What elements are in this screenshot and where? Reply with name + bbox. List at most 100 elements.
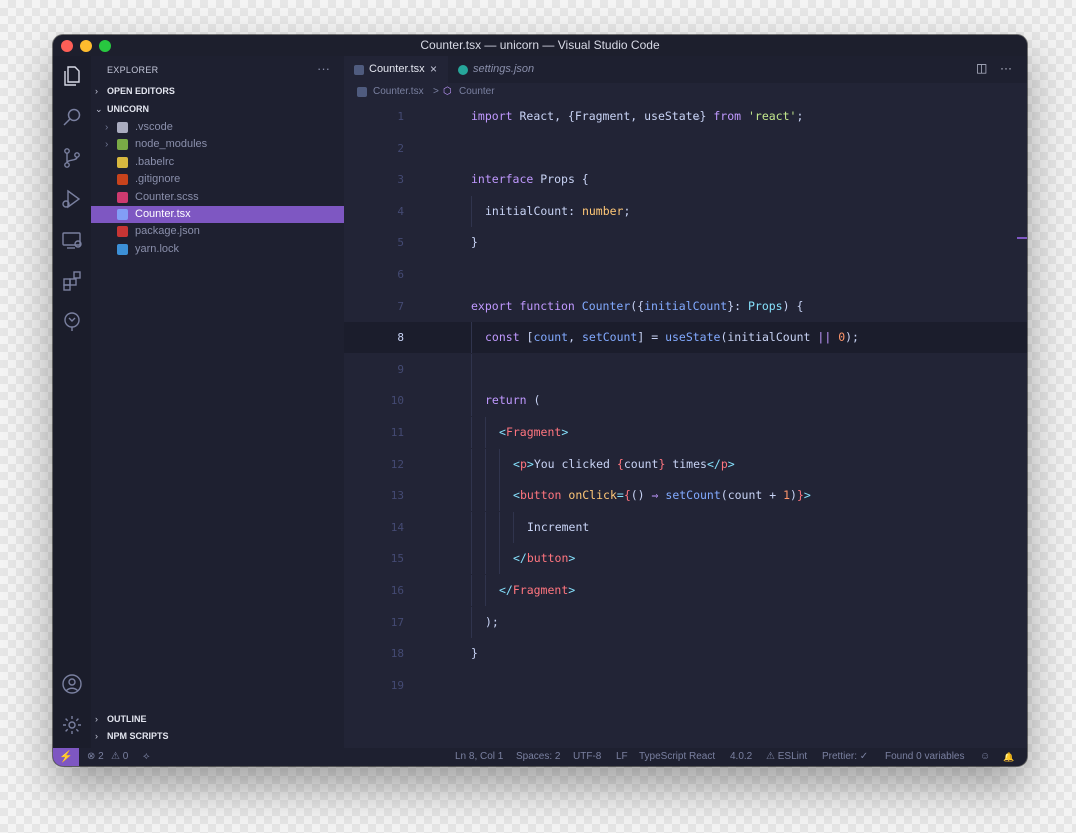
line-number: 19 xyxy=(390,678,404,692)
line-number: 18 xyxy=(390,647,404,661)
minimize-window-button[interactable] xyxy=(80,40,92,52)
line-number: 6 xyxy=(397,268,404,281)
code-token: (initialCount xyxy=(720,330,818,345)
breadcrumb-file[interactable]: Counter.tsx xyxy=(373,83,424,101)
code-line[interactable]: 18} xyxy=(344,638,1027,669)
code-line[interactable]: 17); xyxy=(344,606,1027,638)
settings-gear-icon[interactable] xyxy=(60,713,84,737)
tsx-icon xyxy=(117,209,128,220)
code-line[interactable]: 14 Increment xyxy=(344,511,1027,543)
code-line[interactable]: 5} xyxy=(344,227,1027,258)
errors-count[interactable]: ⊗ 2 xyxy=(87,748,104,766)
file-tree-item[interactable]: .babelrc xyxy=(91,154,344,171)
indentation[interactable]: Spaces: 2 xyxy=(516,748,560,766)
prettier-status[interactable]: Prettier: ✓ xyxy=(822,748,868,766)
extensions-icon[interactable] xyxy=(60,269,84,293)
code-token: React, {Fragment, useState} xyxy=(519,109,714,123)
breadcrumb-symbol[interactable]: Counter xyxy=(459,83,495,101)
file-tree-item[interactable]: › node_modules xyxy=(91,136,344,153)
code-text: </Fragment> xyxy=(499,575,575,606)
code-line[interactable]: 13 <button onClick={() ⇒ setCount(count +… xyxy=(344,480,1027,512)
file-tree-item[interactable]: Counter.scss xyxy=(91,189,344,206)
scrollbar-marker[interactable] xyxy=(1017,237,1027,239)
end-of-line[interactable]: LF xyxy=(616,748,628,766)
npm-icon xyxy=(117,226,128,238)
tab-settings-json[interactable]: settings.json xyxy=(448,56,563,83)
code-line[interactable]: 4 initialCount: number; xyxy=(344,195,1027,227)
eslint-status[interactable]: ⚠ ESLint xyxy=(766,748,807,766)
explorer-more-actions-button[interactable]: ··· xyxy=(317,61,330,76)
line-number: 7 xyxy=(397,299,404,313)
code-token: }: xyxy=(727,298,748,313)
feedback-icon[interactable]: ☺ xyxy=(980,748,990,766)
open-editors-section[interactable]: › OPEN EDITORS xyxy=(95,86,175,96)
code-token: number xyxy=(581,203,624,218)
code-line[interactable]: 3 interface Props { xyxy=(344,164,1027,195)
line-number: 15 xyxy=(390,552,404,566)
indent-guide xyxy=(499,480,500,512)
close-tab-icon[interactable]: × xyxy=(430,56,437,83)
vscode-window: Counter.tsx — unicorn — Visual Studio Co… xyxy=(53,35,1027,766)
run-debug-icon[interactable] xyxy=(60,187,84,211)
file-tree-item[interactable]: package.json xyxy=(91,223,344,240)
line-number: 17 xyxy=(390,615,404,629)
cursor-position[interactable]: Ln 8, Col 1 xyxy=(455,748,503,766)
notifications-bell-icon[interactable]: 🔔 xyxy=(1003,748,1014,766)
code-editor[interactable]: … 1 import React, {Fragment, useState} fr… xyxy=(344,101,1027,748)
live-share-icon[interactable]: ⟡ xyxy=(143,748,150,766)
code-token: > xyxy=(568,583,576,597)
code-line[interactable]: 11 <Fragment> xyxy=(344,417,1027,448)
remote-explorer-icon[interactable] xyxy=(60,228,84,252)
npm-scripts-section[interactable]: › NPM SCRIPTS xyxy=(95,731,169,741)
code-line[interactable]: 1 import React, {Fragment, useState} from… xyxy=(344,101,1027,132)
code-token: ) { xyxy=(782,298,804,313)
code-text: interface Props { xyxy=(471,164,589,195)
code-token: { xyxy=(623,488,631,503)
typescript-version[interactable]: 4.0.2 xyxy=(730,748,752,766)
code-line[interactable]: 19 xyxy=(344,670,1027,701)
line-number: 14 xyxy=(390,520,404,534)
source-control-icon[interactable] xyxy=(60,146,84,170)
file-tree-item[interactable]: .gitignore xyxy=(91,171,344,188)
file-tree-item-label: yarn.lock xyxy=(135,242,180,255)
code-line[interactable]: 8 const [count, setCount] = useState(init… xyxy=(344,322,1027,354)
folder-unicorn-section[interactable]: ⌄ UNICORN xyxy=(95,104,149,115)
indent-guide xyxy=(513,511,514,543)
search-icon[interactable] xyxy=(60,105,84,129)
code-token: p xyxy=(519,456,527,471)
code-line[interactable]: 6 xyxy=(344,259,1027,290)
tab-counter-tsx[interactable]: Counter.tsx × xyxy=(344,56,448,83)
code-token: } xyxy=(471,646,478,661)
file-tree-item[interactable]: › .vscode xyxy=(91,119,344,136)
code-line[interactable]: 12 <p>You clicked {count} times</p> xyxy=(344,448,1027,480)
variables-status[interactable]: Found 0 variables xyxy=(885,748,965,766)
code-line[interactable]: 10 return ( xyxy=(344,385,1027,417)
code-token: < xyxy=(513,456,520,471)
code-token: ); xyxy=(485,614,499,629)
outline-section[interactable]: › OUTLINE xyxy=(95,714,147,724)
language-mode[interactable]: TypeScript React xyxy=(639,748,715,766)
maximize-window-button[interactable] xyxy=(99,40,111,52)
remote-indicator[interactable]: ⚡ xyxy=(53,748,79,766)
encoding[interactable]: UTF-8 xyxy=(573,748,601,766)
warnings-count[interactable]: ⚠ 0 xyxy=(111,748,128,766)
code-line[interactable]: 2 xyxy=(344,133,1027,164)
code-token: from xyxy=(713,109,748,123)
code-line[interactable]: 16 </Fragment> xyxy=(344,575,1027,606)
gitlens-icon[interactable] xyxy=(60,310,84,334)
code-line[interactable]: 7 export function Counter({initialCount}:… xyxy=(344,291,1027,322)
files-icon[interactable] xyxy=(60,64,84,88)
explorer-sidebar: EXPLORER ··· › OPEN EDITORS ⌄ UNICORN › .vs… xyxy=(91,56,344,748)
split-editor-icon[interactable]: ◫ xyxy=(976,61,987,75)
close-window-button[interactable] xyxy=(61,40,73,52)
account-icon[interactable] xyxy=(60,672,84,696)
code-line[interactable]: 9 xyxy=(344,353,1027,385)
sass-icon xyxy=(117,191,128,203)
file-tree-item[interactable]: yarn.lock xyxy=(91,241,344,258)
title-bar: Counter.tsx — unicorn — Visual Studio Co… xyxy=(53,35,1027,56)
code-text: const [count, setCount] = useState(initi… xyxy=(485,322,859,353)
editor-more-actions-button[interactable]: ··· xyxy=(1000,61,1012,75)
line-number: 8 xyxy=(397,331,404,345)
code-line[interactable]: 15 </button> xyxy=(344,543,1027,575)
file-tree-item[interactable]: Counter.tsx xyxy=(91,206,344,223)
